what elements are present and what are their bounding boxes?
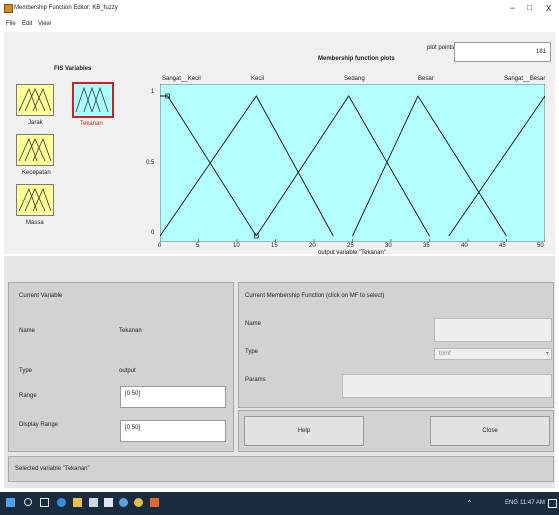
fis-variable-kecepatan[interactable] xyxy=(16,134,54,166)
fis-variable-label-kecepatan: Kecepatan xyxy=(22,170,51,176)
menu-file[interactable]: File xyxy=(6,21,16,27)
window-title: Membership Function Editor: KB_fuzzy xyxy=(14,5,118,11)
x-tick-label: 35 xyxy=(423,243,430,249)
status-bar: Selected variable "Tekanan" xyxy=(8,456,554,482)
close-dialog-button[interactable]: Close xyxy=(430,416,550,446)
range-value: [0 50] xyxy=(125,391,141,397)
mf-type-value: trimf xyxy=(439,351,451,357)
title-bar: Membership Function Editor: KB_fuzzy − □… xyxy=(0,0,559,16)
x-tick-label: 40 xyxy=(461,243,468,249)
mf-label[interactable]: Besar xyxy=(418,76,434,82)
mail-icon[interactable] xyxy=(104,498,113,507)
y-tick-label: 0 xyxy=(151,230,155,236)
y-tick-label: 1 xyxy=(151,89,155,95)
plot-background xyxy=(160,84,545,242)
tray-notifications-icon[interactable]: ^ xyxy=(468,500,471,506)
name-label: Name xyxy=(19,328,36,334)
chrome-icon[interactable] xyxy=(134,498,143,507)
x-tick-label: 15 xyxy=(271,243,278,249)
taskbar-clock: 11:47 AM xyxy=(520,500,545,506)
plot-points-label: plot points: xyxy=(427,45,457,51)
plot-points-value: 181 xyxy=(535,49,546,55)
mf-label[interactable]: Sedang xyxy=(344,76,365,82)
upper-area: FIS Variables Jarak Tekanan Kecepatan Ma… xyxy=(4,32,555,256)
search-icon[interactable] xyxy=(24,498,32,506)
mf-type-label: Type xyxy=(245,349,259,355)
mf-params-input[interactable] xyxy=(342,374,552,398)
lower-area: Current Variable Name Tekanan Type outpu… xyxy=(4,256,555,488)
menu-bar: File Edit View xyxy=(0,16,559,32)
membership-icon xyxy=(18,187,52,212)
mf-name-input[interactable] xyxy=(434,318,552,342)
membership-icon xyxy=(18,87,52,112)
fis-variable-massa[interactable] xyxy=(16,184,54,216)
menu-edit[interactable]: Edit xyxy=(22,21,32,27)
x-tick-label: 5 xyxy=(196,243,200,249)
action-center-icon[interactable] xyxy=(548,499,557,508)
windows-start-icon[interactable] xyxy=(6,498,15,507)
membership-icon xyxy=(18,137,52,162)
display-range-label: Display Range xyxy=(19,422,59,428)
display-range-input[interactable]: [0 50] xyxy=(120,420,226,442)
fis-variable-label-massa: Massa xyxy=(26,220,44,226)
minimize-button[interactable]: − xyxy=(510,3,515,13)
fis-variable-jarak[interactable] xyxy=(16,84,54,116)
mf-label[interactable]: Kecil xyxy=(251,76,264,82)
y-tick-label: 0.5 xyxy=(146,160,155,166)
close-button[interactable]: X xyxy=(546,4,551,13)
current-mf-heading: Current Membership Function (click on MF… xyxy=(245,293,385,299)
membership-function-plot[interactable] xyxy=(160,84,545,242)
x-tick-label: 45 xyxy=(499,243,506,249)
fis-variable-tekanan[interactable] xyxy=(72,82,114,118)
store-icon[interactable] xyxy=(89,498,98,507)
fis-variables-title: FIS Variables xyxy=(54,66,92,72)
help-button[interactable]: Help xyxy=(244,416,364,446)
restore-button[interactable]: □ xyxy=(527,3,532,12)
mf-params-label: Params xyxy=(245,377,266,383)
x-tick-label: 25 xyxy=(347,243,354,249)
chevron-down-icon: ▾ xyxy=(545,351,549,357)
fis-variable-label-jarak: Jarak xyxy=(28,120,43,126)
variable-name-value: Tekanan xyxy=(119,328,142,334)
taskbar: ^ ENG 11:47 AM xyxy=(0,492,559,515)
x-tick-label: 30 xyxy=(385,243,392,249)
x-tick-label: 20 xyxy=(309,243,316,249)
task-view-icon[interactable] xyxy=(40,498,49,507)
membership-icon xyxy=(75,86,109,113)
x-tick-label: 10 xyxy=(233,243,240,249)
x-tick-label: 0 xyxy=(158,243,162,249)
mf-name-label: Name xyxy=(245,321,262,327)
plot-points-input[interactable]: 181 xyxy=(454,42,551,62)
app-icon[interactable] xyxy=(119,498,128,507)
matlab-icon[interactable] xyxy=(150,498,159,507)
tray-language[interactable]: ENG xyxy=(505,500,518,506)
edge-icon[interactable] xyxy=(57,498,66,507)
type-label: Type xyxy=(19,368,33,374)
mf-label[interactable]: Sangat__Kecil xyxy=(162,76,201,82)
range-input[interactable]: [0 50] xyxy=(120,386,226,408)
app-icon xyxy=(4,4,13,13)
range-label: Range xyxy=(19,393,37,399)
fis-variable-label-tekanan: Tekanan xyxy=(80,121,103,127)
current-variable-heading: Current Variable xyxy=(19,293,63,299)
mf-label[interactable]: Sangat__Besar xyxy=(504,76,545,82)
display-range-value: [0 50] xyxy=(125,425,141,431)
variable-type-value: output xyxy=(119,368,136,374)
plot-title: Membership function plots xyxy=(318,56,395,62)
file-explorer-icon[interactable] xyxy=(73,498,82,507)
x-tick-label: 50 xyxy=(537,243,544,249)
status-text: Selected variable "Tekanan" xyxy=(15,466,90,472)
menu-view[interactable]: View xyxy=(38,21,51,27)
mf-type-select[interactable]: trimf ▾ xyxy=(434,348,552,360)
